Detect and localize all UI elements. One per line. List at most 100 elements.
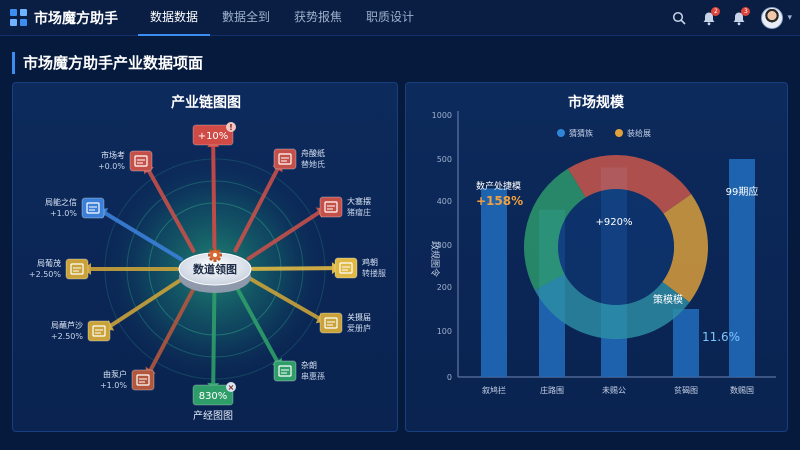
chain-node-value: 猪瘤庄 bbox=[347, 207, 371, 217]
chain-node[interactable]: 局蘸芦沙 +2.50% bbox=[51, 320, 111, 342]
chain-node[interactable]: 局能之信 +1.0% bbox=[45, 197, 105, 219]
chart-icon[interactable] bbox=[319, 196, 343, 218]
donut-hole bbox=[558, 189, 674, 305]
legend-swatch bbox=[557, 129, 565, 137]
panel-title: 产业链图图 bbox=[171, 94, 241, 111]
y-tick-label: 500 bbox=[437, 155, 452, 164]
notification-badge: 2 bbox=[711, 7, 721, 16]
chain-node-name: 杂朗 bbox=[301, 360, 317, 370]
y-tick-label: 1000 bbox=[432, 111, 452, 120]
x-tick-label: 贫碣图 bbox=[674, 385, 698, 395]
connector-arrow bbox=[211, 144, 217, 250]
industry-chain-diagram: 产业链图图 +10%! 舟酸纸替她氏大塞摆猪瘤庄鸡朝转搂服关摄届爱册庐杂朗串惠孫 83… bbox=[29, 94, 386, 422]
chain-node-name: 局葡茂 bbox=[37, 258, 61, 268]
document-icon[interactable] bbox=[334, 257, 358, 279]
chain-node-value: +2.50% bbox=[51, 332, 84, 341]
chain-node-name: 局能之信 bbox=[45, 197, 77, 207]
app-logo[interactable]: 市场魔方助手 bbox=[10, 8, 128, 28]
bar-label-right: 99期应 bbox=[726, 185, 759, 198]
chain-node[interactable]: 鸡朝转搂服 bbox=[334, 257, 386, 279]
legend-label: 装给展 bbox=[627, 128, 651, 138]
chain-node-name: 大塞摆 bbox=[347, 196, 371, 206]
page-title: 市场魔方助手产业数据项面 bbox=[12, 52, 203, 74]
notification-button[interactable]: 2 bbox=[697, 6, 721, 30]
y-tick-label: 100 bbox=[437, 327, 452, 336]
chart-title: 市场规模 bbox=[568, 94, 625, 111]
chain-node[interactable]: 市场考 +0.0% bbox=[98, 150, 153, 172]
tab-design[interactable]: 职质设计 bbox=[354, 0, 426, 36]
chain-node-value: +2.50% bbox=[29, 270, 62, 279]
chart-bar bbox=[481, 188, 507, 377]
y-tick-label: 0 bbox=[447, 373, 452, 382]
tab-reports[interactable]: 获势报焦 bbox=[282, 0, 354, 36]
chain-node-value: +0.0% bbox=[98, 162, 125, 171]
chain-node-value: 爱册庐 bbox=[347, 323, 371, 333]
legend-swatch bbox=[615, 129, 623, 137]
gear-hole bbox=[213, 253, 217, 257]
chart-bar bbox=[673, 309, 699, 377]
y-tick-label: 400 bbox=[437, 197, 452, 206]
tab-overview[interactable]: 數据全到 bbox=[210, 0, 282, 36]
chain-node-name: 关摄届 bbox=[347, 312, 371, 322]
market-scale-panel: 市场规模 猜猜族 装给展 0 100 200 300 400 500 1000 政规图令 叙鸠拦 庄路围… bbox=[405, 82, 788, 432]
tools-icon[interactable] bbox=[319, 312, 343, 334]
header-actions: 2 3 ▾ bbox=[661, 0, 792, 36]
node-badge-glyph: ! bbox=[229, 123, 233, 132]
x-tick-label: 叙鸠拦 bbox=[482, 385, 506, 395]
chain-node[interactable]: 关摄届爱册庐 bbox=[319, 312, 371, 334]
chain-node-value: +10% bbox=[198, 131, 229, 142]
legend-label: 猜猜族 bbox=[569, 128, 593, 138]
growth-label: 数产处捷模 bbox=[476, 180, 521, 192]
chart-icon[interactable] bbox=[65, 258, 89, 280]
chain-node[interactable]: 杂朗串惠孫 bbox=[273, 360, 325, 382]
x-tick-label: 未赐公 bbox=[602, 385, 626, 395]
alert-button[interactable]: 3 bbox=[727, 6, 751, 30]
x-tick-label: 数赐国 bbox=[730, 385, 754, 395]
donut-highlight-value: 11.6% bbox=[702, 330, 740, 344]
car-icon[interactable] bbox=[131, 369, 155, 391]
chain-node-name: 市场考 bbox=[101, 150, 125, 160]
main-nav: 数据数据 數据全到 获势报焦 职质设计 bbox=[138, 0, 426, 36]
chain-node[interactable]: 舟酸纸替她氏 bbox=[273, 148, 325, 170]
donut-center-value: +920% bbox=[596, 217, 633, 228]
top-bar: 市场魔方助手 数据数据 數据全到 获势报焦 职质设计 2 3 ▾ bbox=[0, 0, 800, 36]
connector-arrow bbox=[211, 288, 217, 386]
logo-icon bbox=[10, 8, 28, 27]
chain-bottom-label: 产经图图 bbox=[193, 409, 233, 422]
industry-chain-panel: 产业链图图 +10%! 舟酸纸 替她氏大塞摆 猪瘤庄鸡朝 转搂服关摄届 爱册庐杂朗 串惠孫 83… bbox=[12, 82, 398, 432]
tab-data[interactable]: 数据数据 bbox=[138, 0, 211, 36]
y-axis-label: 政规图令 bbox=[429, 241, 441, 277]
chain-node-value: 830% bbox=[199, 391, 228, 402]
connector-arrow bbox=[250, 266, 335, 271]
camera-icon[interactable] bbox=[273, 360, 297, 382]
app-title: 市场魔方助手 bbox=[34, 10, 118, 27]
y-tick-label: 200 bbox=[437, 283, 452, 292]
monitor-icon[interactable] bbox=[129, 150, 153, 172]
donut-label: 策模模 bbox=[653, 293, 683, 306]
chain-node[interactable]: 由泵户 +1.0% bbox=[100, 369, 155, 391]
chevron-down-icon[interactable]: ▾ bbox=[787, 13, 792, 23]
chain-node[interactable]: 大塞摆猪瘤庄 bbox=[319, 196, 371, 218]
chain-node-value: 替她氏 bbox=[301, 159, 325, 169]
chain-node-name: 由泵户 bbox=[103, 369, 127, 379]
document-icon[interactable] bbox=[87, 320, 111, 342]
chain-node[interactable]: +10%! bbox=[192, 122, 236, 146]
hub-label: 数道领图 bbox=[193, 262, 237, 276]
market-scale-chart: 市场规模猜猜族 装给展01002003004005001000政规图令叙鸠拦 庄路围… bbox=[429, 94, 776, 395]
chain-node[interactable]: 830%× bbox=[192, 382, 236, 406]
gear-icon bbox=[208, 248, 222, 262]
document-icon[interactable] bbox=[273, 148, 297, 170]
chain-node-value: 串惠孫 bbox=[301, 371, 325, 381]
node-badge-glyph: × bbox=[228, 383, 235, 392]
laptop-icon[interactable] bbox=[81, 197, 105, 219]
chain-node-value: +1.0% bbox=[50, 209, 77, 218]
chain-node[interactable]: 局葡茂 +2.50% bbox=[29, 258, 89, 280]
x-tick-label: 庄路围 bbox=[540, 385, 564, 395]
growth-value: +158% bbox=[476, 194, 523, 208]
alert-badge: 3 bbox=[741, 7, 751, 16]
chain-node-value: +1.0% bbox=[100, 381, 127, 390]
chain-node-name: 鸡朝 bbox=[362, 257, 378, 267]
search-icon[interactable] bbox=[667, 6, 691, 30]
chain-node-name: 局蘸芦沙 bbox=[51, 320, 83, 330]
avatar[interactable] bbox=[761, 7, 784, 29]
